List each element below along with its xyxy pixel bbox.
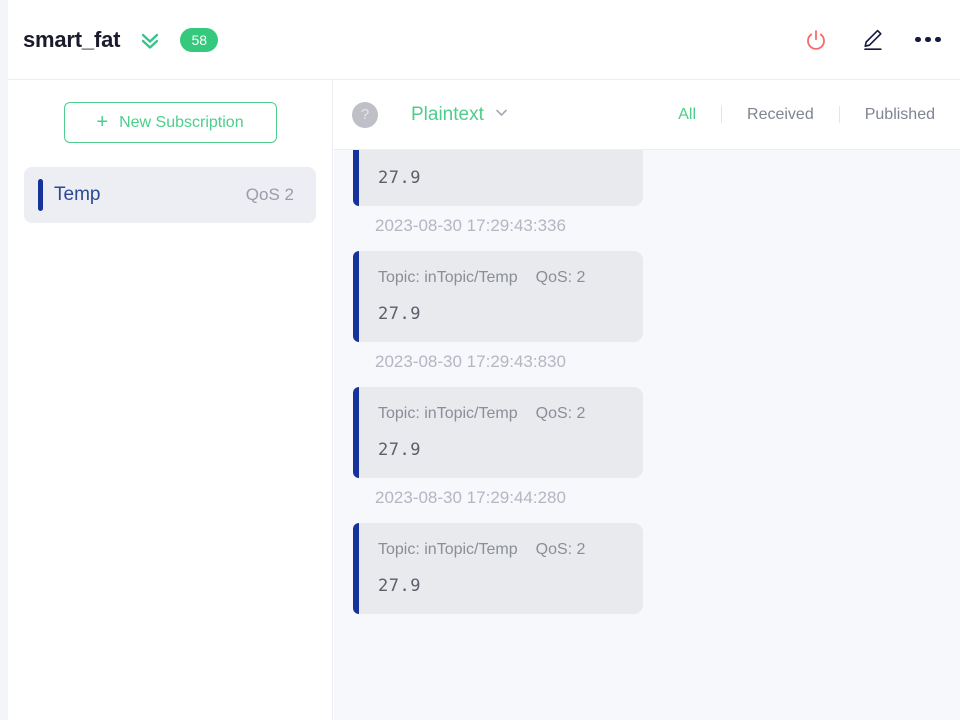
double-chevron-down-icon[interactable] (137, 27, 163, 53)
plus-icon: + (96, 110, 109, 133)
subscription-accent-bar (38, 179, 43, 211)
message-timestamp: 2023-08-30 17:29:44:280 (375, 488, 566, 507)
message-payload: 27.9 (378, 576, 421, 596)
chevron-down-icon (493, 104, 510, 126)
message-topic: Topic: inTopic/Temp (378, 405, 518, 422)
payload-format-select[interactable]: Plaintext (411, 104, 510, 126)
filter-tab-published[interactable]: Published (840, 106, 960, 124)
message-accent-bar (353, 523, 359, 614)
message-topic: Topic: inTopic/Temp (378, 269, 518, 286)
messages-panel: ? Plaintext All Received Published 27.9 … (334, 80, 960, 720)
power-icon[interactable] (801, 25, 831, 55)
message-list[interactable]: Topic: inTopic/Temp QoS: 2 27.9 2023-08-… (334, 150, 960, 720)
message-timestamp: 2023-08-30 17:29:43:336 (375, 216, 566, 235)
subscription-list: Temp QoS 2 (8, 143, 332, 223)
filter-tab-all[interactable]: All (653, 106, 721, 124)
message-row: Topic: inTopic/Temp QoS: 2 27.9 (334, 523, 960, 614)
message-header: Topic: inTopic/Temp QoS: 2 (378, 541, 623, 559)
message-bubble[interactable]: Topic: inTopic/Temp QoS: 2 27.9 (353, 251, 643, 342)
message-header: Topic: inTopic/Temp QoS: 2 (378, 269, 623, 287)
ellipsis-icon[interactable] (913, 25, 943, 55)
message-bubble[interactable]: Topic: inTopic/Temp QoS: 2 27.9 (353, 523, 643, 614)
message-row: Topic: inTopic/Temp QoS: 2 27.9 2023-08-… (334, 387, 960, 508)
message-accent-bar (353, 251, 359, 342)
message-qos: QoS: 2 (535, 541, 586, 558)
message-row: Topic: inTopic/Temp QoS: 2 27.9 2023-08-… (334, 251, 960, 372)
message-topic: Topic: inTopic/Temp (378, 150, 518, 151)
message-payload: 27.9 (378, 440, 421, 460)
message-qos: QoS: 2 (535, 405, 586, 422)
new-subscription-row: + New Subscription (8, 80, 332, 143)
filter-tab-received[interactable]: Received (722, 106, 839, 124)
message-header: Topic: inTopic/Temp QoS: 2 (378, 405, 623, 423)
new-subscription-label: New Subscription (119, 113, 244, 131)
header-left-group: smart_fat 58 (8, 26, 219, 53)
connection-header: smart_fat 58 (8, 0, 960, 80)
pencil-icon[interactable] (857, 25, 887, 55)
message-payload: 27.9 (378, 304, 421, 324)
new-subscription-button[interactable]: + New Subscription (63, 102, 277, 143)
message-filter-tabs: All Received Published (653, 106, 960, 124)
message-scroll-content: Topic: inTopic/Temp QoS: 2 27.9 2023-08-… (334, 150, 960, 624)
messages-toolbar: ? Plaintext All Received Published (334, 80, 960, 150)
message-row: Topic: inTopic/Temp QoS: 2 27.9 2023-08-… (334, 150, 960, 236)
message-header: Topic: inTopic/Temp QoS: 2 (378, 150, 623, 151)
message-timestamp: 2023-08-30 17:29:43:830 (375, 352, 566, 371)
message-qos: QoS: 2 (536, 150, 586, 151)
left-rail-strip (0, 0, 8, 720)
subscription-item-temp[interactable]: Temp QoS 2 (24, 167, 316, 223)
message-payload: 27.9 (378, 168, 421, 188)
message-topic: Topic: inTopic/Temp (378, 541, 518, 558)
message-accent-bar (353, 387, 359, 478)
payload-format-label: Plaintext (411, 103, 484, 125)
subscriptions-panel: + New Subscription Temp QoS 2 (8, 80, 333, 720)
question-mark-icon[interactable]: ? (352, 101, 378, 128)
message-bubble[interactable]: Topic: inTopic/Temp QoS: 2 27.9 (353, 150, 643, 206)
subscription-topic: Temp (54, 184, 101, 205)
header-actions (801, 25, 960, 55)
message-accent-bar (353, 150, 359, 206)
mqtt-client-window: smart_fat 58 + New Subscription Temp QoS… (0, 0, 960, 720)
connection-name: smart_fat (23, 26, 121, 52)
message-bubble[interactable]: Topic: inTopic/Temp QoS: 2 27.9 (353, 387, 643, 478)
subscription-qos: QoS 2 (245, 185, 294, 204)
message-count-badge: 58 (180, 27, 219, 52)
message-qos: QoS: 2 (535, 269, 586, 286)
